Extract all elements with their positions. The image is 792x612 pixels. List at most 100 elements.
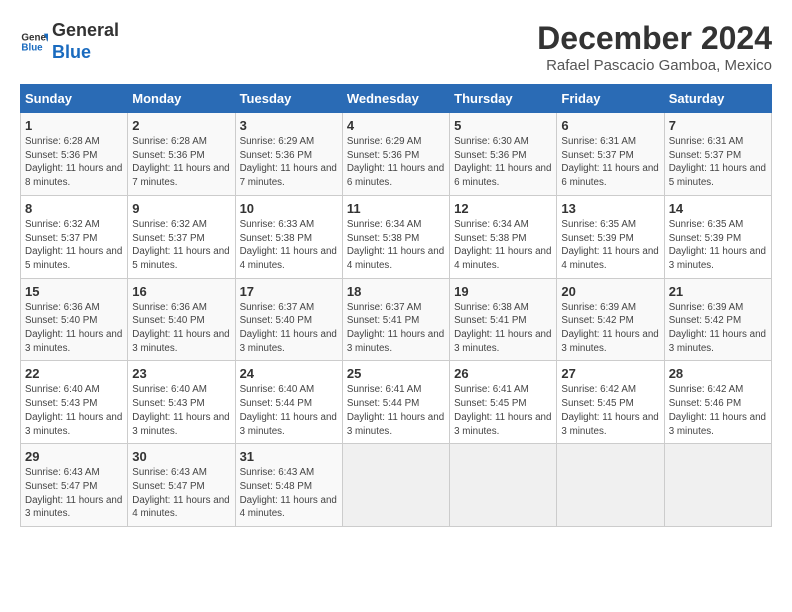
day-number: 12 [454,201,552,216]
day-number: 28 [669,366,767,381]
weekday-header-sunday: Sunday [21,85,128,113]
calendar-cell: 7 Sunrise: 6:31 AM Sunset: 5:37 PM Dayli… [664,113,771,196]
day-info: Sunrise: 6:28 AM Sunset: 5:36 PM Dayligh… [132,135,230,190]
calendar-cell: 22 Sunrise: 6:40 AM Sunset: 5:43 PM Dayl… [21,361,128,444]
day-info: Sunrise: 6:29 AM Sunset: 5:36 PM Dayligh… [240,135,338,190]
day-info: Sunrise: 6:43 AM Sunset: 5:47 PM Dayligh… [25,466,123,521]
day-number: 6 [561,118,659,133]
day-info: Sunrise: 6:41 AM Sunset: 5:45 PM Dayligh… [454,383,552,438]
day-info: Sunrise: 6:39 AM Sunset: 5:42 PM Dayligh… [561,301,659,356]
calendar-cell: 26 Sunrise: 6:41 AM Sunset: 5:45 PM Dayl… [450,361,557,444]
calendar-cell: 20 Sunrise: 6:39 AM Sunset: 5:42 PM Dayl… [557,278,664,361]
calendar-week-3: 15 Sunrise: 6:36 AM Sunset: 5:40 PM Dayl… [21,278,772,361]
calendar-cell: 11 Sunrise: 6:34 AM Sunset: 5:38 PM Dayl… [342,195,449,278]
day-number: 14 [669,201,767,216]
day-number: 3 [240,118,338,133]
day-info: Sunrise: 6:31 AM Sunset: 5:37 PM Dayligh… [561,135,659,190]
day-info: Sunrise: 6:31 AM Sunset: 5:37 PM Dayligh… [669,135,767,190]
calendar-cell: 2 Sunrise: 6:28 AM Sunset: 5:36 PM Dayli… [128,113,235,196]
weekday-header-saturday: Saturday [664,85,771,113]
day-number: 19 [454,284,552,299]
day-number: 2 [132,118,230,133]
calendar-cell: 24 Sunrise: 6:40 AM Sunset: 5:44 PM Dayl… [235,361,342,444]
day-info: Sunrise: 6:42 AM Sunset: 5:45 PM Dayligh… [561,383,659,438]
day-info: Sunrise: 6:40 AM Sunset: 5:44 PM Dayligh… [240,383,338,438]
day-info: Sunrise: 6:38 AM Sunset: 5:41 PM Dayligh… [454,301,552,356]
calendar-cell [450,444,557,527]
calendar-cell: 15 Sunrise: 6:36 AM Sunset: 5:40 PM Dayl… [21,278,128,361]
day-number: 30 [132,449,230,464]
day-number: 10 [240,201,338,216]
day-number: 7 [669,118,767,133]
day-number: 24 [240,366,338,381]
calendar-cell: 18 Sunrise: 6:37 AM Sunset: 5:41 PM Dayl… [342,278,449,361]
day-info: Sunrise: 6:43 AM Sunset: 5:47 PM Dayligh… [132,466,230,521]
day-info: Sunrise: 6:34 AM Sunset: 5:38 PM Dayligh… [347,218,445,273]
day-info: Sunrise: 6:28 AM Sunset: 5:36 PM Dayligh… [25,135,123,190]
calendar-cell [342,444,449,527]
calendar-week-5: 29 Sunrise: 6:43 AM Sunset: 5:47 PM Dayl… [21,444,772,527]
calendar-cell: 29 Sunrise: 6:43 AM Sunset: 5:47 PM Dayl… [21,444,128,527]
day-info: Sunrise: 6:35 AM Sunset: 5:39 PM Dayligh… [561,218,659,273]
day-info: Sunrise: 6:36 AM Sunset: 5:40 PM Dayligh… [25,301,123,356]
day-number: 20 [561,284,659,299]
day-info: Sunrise: 6:30 AM Sunset: 5:36 PM Dayligh… [454,135,552,190]
calendar-cell: 14 Sunrise: 6:35 AM Sunset: 5:39 PM Dayl… [664,195,771,278]
day-number: 13 [561,201,659,216]
month-title: December 2024 [537,20,772,57]
calendar-cell: 4 Sunrise: 6:29 AM Sunset: 5:36 PM Dayli… [342,113,449,196]
day-number: 31 [240,449,338,464]
calendar-cell [557,444,664,527]
day-number: 29 [25,449,123,464]
day-number: 5 [454,118,552,133]
day-info: Sunrise: 6:33 AM Sunset: 5:38 PM Dayligh… [240,218,338,273]
day-number: 16 [132,284,230,299]
calendar-cell: 3 Sunrise: 6:29 AM Sunset: 5:36 PM Dayli… [235,113,342,196]
calendar-cell: 8 Sunrise: 6:32 AM Sunset: 5:37 PM Dayli… [21,195,128,278]
day-info: Sunrise: 6:32 AM Sunset: 5:37 PM Dayligh… [25,218,123,273]
calendar-cell: 25 Sunrise: 6:41 AM Sunset: 5:44 PM Dayl… [342,361,449,444]
day-number: 27 [561,366,659,381]
day-number: 21 [669,284,767,299]
day-info: Sunrise: 6:40 AM Sunset: 5:43 PM Dayligh… [25,383,123,438]
calendar-cell: 19 Sunrise: 6:38 AM Sunset: 5:41 PM Dayl… [450,278,557,361]
logo-icon: General Blue [20,28,48,56]
calendar-cell: 21 Sunrise: 6:39 AM Sunset: 5:42 PM Dayl… [664,278,771,361]
weekday-header-monday: Monday [128,85,235,113]
title-block: December 2024 Rafael Pascacio Gamboa, Me… [537,20,772,74]
page-header: General Blue General Blue December 2024 … [20,20,772,74]
weekday-header-friday: Friday [557,85,664,113]
calendar-cell: 23 Sunrise: 6:40 AM Sunset: 5:43 PM Dayl… [128,361,235,444]
calendar-cell: 1 Sunrise: 6:28 AM Sunset: 5:36 PM Dayli… [21,113,128,196]
day-number: 8 [25,201,123,216]
calendar-cell: 5 Sunrise: 6:30 AM Sunset: 5:36 PM Dayli… [450,113,557,196]
day-number: 26 [454,366,552,381]
day-number: 25 [347,366,445,381]
calendar-cell: 30 Sunrise: 6:43 AM Sunset: 5:47 PM Dayl… [128,444,235,527]
day-info: Sunrise: 6:41 AM Sunset: 5:44 PM Dayligh… [347,383,445,438]
day-number: 11 [347,201,445,216]
day-info: Sunrise: 6:43 AM Sunset: 5:48 PM Dayligh… [240,466,338,521]
day-info: Sunrise: 6:29 AM Sunset: 5:36 PM Dayligh… [347,135,445,190]
day-number: 9 [132,201,230,216]
weekday-header-wednesday: Wednesday [342,85,449,113]
calendar-cell: 9 Sunrise: 6:32 AM Sunset: 5:37 PM Dayli… [128,195,235,278]
day-number: 4 [347,118,445,133]
calendar-week-1: 1 Sunrise: 6:28 AM Sunset: 5:36 PM Dayli… [21,113,772,196]
logo: General Blue General Blue [20,20,119,63]
svg-text:Blue: Blue [21,42,43,53]
weekday-header-tuesday: Tuesday [235,85,342,113]
day-info: Sunrise: 6:32 AM Sunset: 5:37 PM Dayligh… [132,218,230,273]
day-info: Sunrise: 6:40 AM Sunset: 5:43 PM Dayligh… [132,383,230,438]
calendar-cell: 28 Sunrise: 6:42 AM Sunset: 5:46 PM Dayl… [664,361,771,444]
day-number: 1 [25,118,123,133]
day-info: Sunrise: 6:37 AM Sunset: 5:41 PM Dayligh… [347,301,445,356]
calendar-cell: 16 Sunrise: 6:36 AM Sunset: 5:40 PM Dayl… [128,278,235,361]
day-number: 18 [347,284,445,299]
day-info: Sunrise: 6:39 AM Sunset: 5:42 PM Dayligh… [669,301,767,356]
day-info: Sunrise: 6:42 AM Sunset: 5:46 PM Dayligh… [669,383,767,438]
calendar-cell: 17 Sunrise: 6:37 AM Sunset: 5:40 PM Dayl… [235,278,342,361]
calendar-cell: 10 Sunrise: 6:33 AM Sunset: 5:38 PM Dayl… [235,195,342,278]
day-info: Sunrise: 6:35 AM Sunset: 5:39 PM Dayligh… [669,218,767,273]
day-info: Sunrise: 6:37 AM Sunset: 5:40 PM Dayligh… [240,301,338,356]
